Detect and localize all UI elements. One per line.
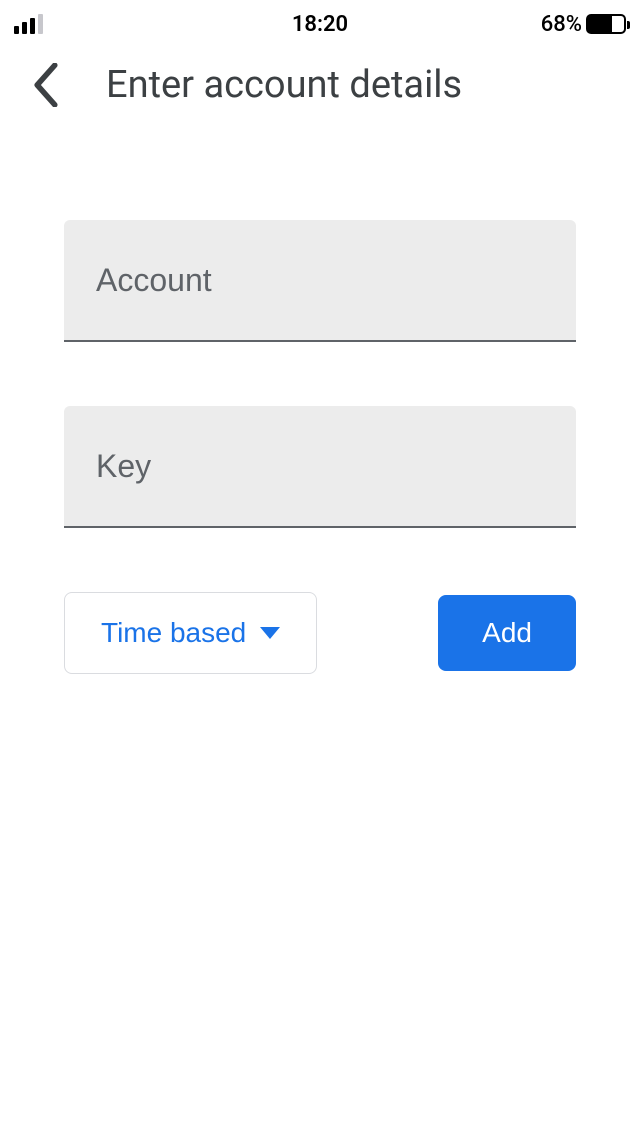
page-title: Enter account details xyxy=(76,63,624,107)
key-field[interactable] xyxy=(64,406,576,528)
type-select[interactable]: Time based xyxy=(64,592,317,674)
type-select-label: Time based xyxy=(101,617,246,649)
add-button[interactable]: Add xyxy=(438,595,576,671)
account-field[interactable] xyxy=(64,220,576,342)
back-button[interactable] xyxy=(16,55,76,115)
status-right: 68% xyxy=(541,12,626,37)
status-bar: 18:20 68% xyxy=(0,0,640,40)
chevron-down-icon xyxy=(260,627,280,639)
status-time: 18:20 xyxy=(292,12,348,37)
app-header: Enter account details xyxy=(0,40,640,130)
signal-icon xyxy=(14,14,43,34)
chevron-left-icon xyxy=(32,63,60,107)
status-left xyxy=(14,14,43,34)
battery-indicator: 68% xyxy=(541,12,626,37)
form-actions-row: Time based Add xyxy=(64,592,576,674)
battery-percent: 68% xyxy=(541,12,582,37)
battery-icon xyxy=(586,14,626,34)
account-form: Time based Add xyxy=(0,130,640,674)
